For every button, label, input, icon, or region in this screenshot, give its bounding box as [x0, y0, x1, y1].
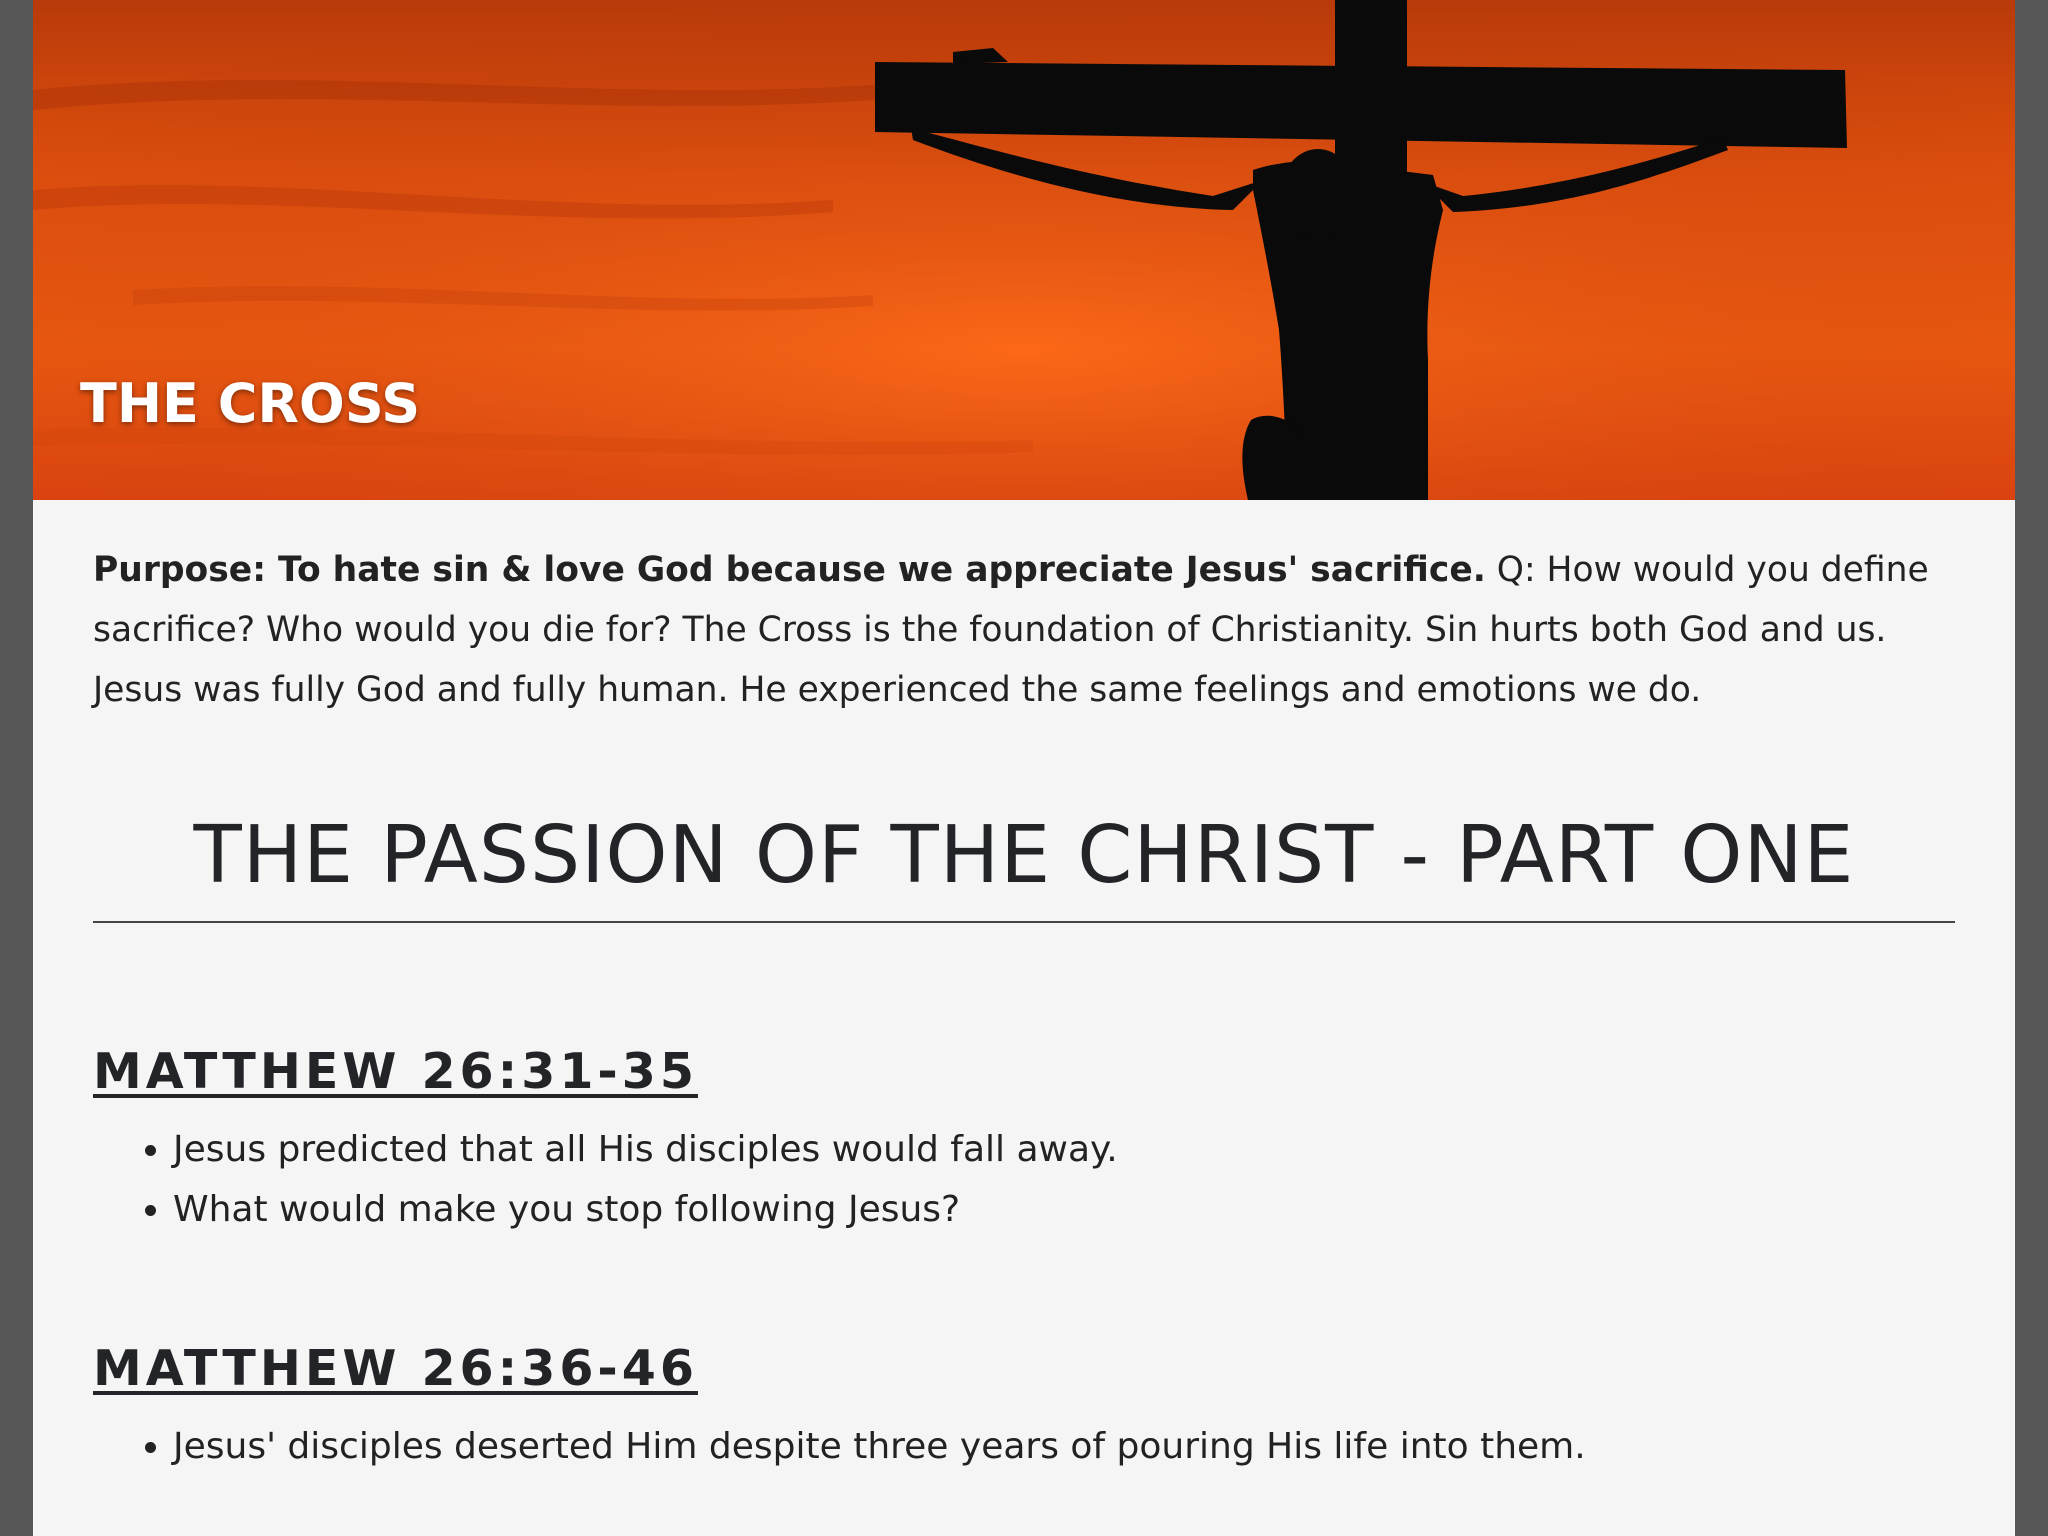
passage-reference: MATTHEW 26:31-35 — [93, 1043, 698, 1100]
main-content: Purpose: To hate sin & love God because … — [93, 540, 1955, 1477]
section-heading: THE PASSION OF THE CHRIST - PART ONE — [193, 809, 1855, 901]
list-item: What would make you stop following Jesus… — [173, 1180, 1955, 1240]
list-item: Jesus' disciples deserted Him despite th… — [173, 1417, 1955, 1477]
passage-points: Jesus' disciples deserted Him despite th… — [93, 1417, 1955, 1477]
passage-block: MATTHEW 26:31-35 Jesus predicted that al… — [93, 1043, 1955, 1240]
section-divider — [93, 921, 1955, 923]
passage-block: MATTHEW 26:36-46 Jesus' disciples desert… — [93, 1340, 1955, 1477]
purpose-statement: Purpose: To hate sin & love God because … — [93, 550, 1486, 590]
page-title: THE CROSS — [80, 372, 421, 435]
header-banner: THE CROSS — [33, 0, 2015, 500]
passage-points: Jesus predicted that all His disciples w… — [93, 1120, 1955, 1240]
intro-paragraph: Purpose: To hate sin & love God because … — [93, 540, 1955, 720]
document-page: THE CROSS Purpose: To hate sin & love Go… — [33, 0, 2015, 1536]
list-item: Jesus predicted that all His disciples w… — [173, 1120, 1955, 1180]
passage-reference: MATTHEW 26:36-46 — [93, 1340, 698, 1397]
